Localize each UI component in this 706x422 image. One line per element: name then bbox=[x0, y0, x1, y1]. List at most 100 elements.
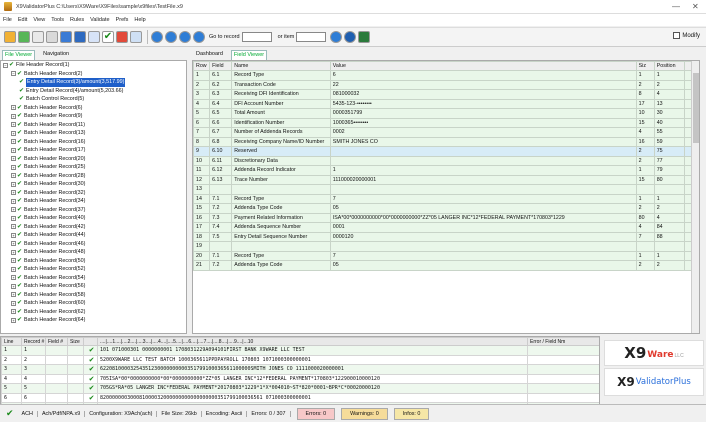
field-cell-value[interactable]: 1000365•••••••• bbox=[329, 117, 637, 128]
tab-dashboard[interactable]: Dashboard bbox=[194, 50, 225, 60]
minimize-button[interactable]: — bbox=[672, 2, 680, 11]
help-icon[interactable] bbox=[330, 31, 343, 43]
expand-icon[interactable]: + bbox=[11, 309, 16, 315]
record-row[interactable]: 5 5 ✔ 705GS*RA*05 LANGER INC*FEDERAL PAYMEN… bbox=[1, 383, 599, 394]
col-size[interactable]: Siz bbox=[635, 61, 655, 71]
col-value[interactable]: Value bbox=[329, 61, 637, 71]
tree-item[interactable]: + ✔ Batch Header Record(25) bbox=[1, 163, 186, 172]
tree-item[interactable]: + ✔ Batch Header Record(58) bbox=[1, 291, 186, 300]
infos-pill[interactable]: Infos: 0 bbox=[393, 407, 430, 420]
modify-checkbox[interactable] bbox=[673, 32, 681, 39]
field-row[interactable]: 5 6.5 Total Amount 0000351799 10 30 bbox=[193, 108, 694, 119]
exit-icon[interactable] bbox=[358, 31, 371, 43]
tree-item[interactable]: + ✔ Batch Header Record(11) bbox=[1, 121, 186, 130]
previous-record-icon[interactable] bbox=[165, 31, 177, 43]
field-row[interactable]: 2 6.2 Transaction Code 22 2 2 bbox=[193, 79, 694, 90]
field-scrollbar[interactable] bbox=[691, 61, 699, 333]
tree-item[interactable]: + ✔ Batch Header Record(54) bbox=[1, 274, 186, 283]
last-record-icon[interactable] bbox=[193, 31, 205, 43]
expand-icon[interactable]: + bbox=[11, 130, 16, 136]
tree-item[interactable]: + ✔ Batch Header Record(48) bbox=[1, 248, 186, 257]
record-row[interactable]: 1 1 ✔ 101 071000301 0000000001 1708031229A0… bbox=[1, 345, 599, 356]
warnings-pill[interactable]: Warnings: 0 bbox=[341, 407, 388, 420]
field-cell-value[interactable]: 111000020000001 bbox=[329, 174, 637, 185]
save-icon[interactable] bbox=[18, 31, 30, 43]
or-item-input[interactable] bbox=[296, 32, 327, 42]
field-row[interactable]: 1 6.1 Record Type 6 1 1 bbox=[193, 70, 694, 81]
goto-record-input[interactable] bbox=[241, 32, 272, 42]
record-tree[interactable]: − ✔ File Header Record(1) − ✔ Batch Header Re… bbox=[0, 60, 187, 334]
errors-pill[interactable]: Errors: 0 bbox=[296, 407, 336, 420]
field-row[interactable]: 10 6.11 Discretionary Data 2 77 bbox=[193, 155, 694, 166]
expand-icon[interactable]: + bbox=[11, 105, 16, 111]
tree-item[interactable]: ✔ Entry Detail Record(3)/amount(3,517.99) bbox=[1, 78, 186, 87]
expand-icon[interactable]: + bbox=[11, 139, 16, 145]
record-row[interactable]: 2 2 ✔ 5200X9WARE LLC TEST BATCH 1000365611P… bbox=[1, 354, 599, 365]
close-button[interactable]: ✕ bbox=[692, 2, 699, 11]
validate-check-icon[interactable]: ✔ bbox=[102, 31, 114, 43]
down-arrow-icon[interactable] bbox=[130, 31, 142, 43]
grid-icon[interactable] bbox=[60, 31, 72, 43]
menu-edit[interactable]: Edit bbox=[18, 17, 27, 23]
info-icon[interactable] bbox=[344, 31, 357, 43]
field-cell-value[interactable]: 081000032 bbox=[329, 89, 637, 100]
field-cell-value[interactable]: 0002 bbox=[329, 127, 637, 138]
tree-item[interactable]: + ✔ Batch Header Record(20) bbox=[1, 155, 186, 164]
field-cell-value[interactable]: 7 bbox=[329, 250, 637, 261]
expand-icon[interactable]: + bbox=[11, 258, 16, 264]
first-record-icon[interactable] bbox=[151, 31, 163, 43]
tree-item[interactable]: + ✔ Batch Header Record(56) bbox=[1, 282, 186, 291]
tree-item[interactable]: + ✔ Batch Header Record(17) bbox=[1, 146, 186, 155]
tree-item[interactable]: + ✔ Batch Header Record(37) bbox=[1, 206, 186, 215]
tree-item[interactable]: + ✔ Batch Header Record(50) bbox=[1, 257, 186, 266]
menu-view[interactable]: View bbox=[33, 17, 45, 23]
field-cell-value[interactable]: SMITH JONES CO bbox=[329, 136, 637, 147]
tree-item[interactable]: + ✔ Batch Header Record(28) bbox=[1, 172, 186, 181]
tree-item[interactable]: + ✔ Batch Header Record(16) bbox=[1, 138, 186, 147]
tree-item[interactable]: + ✔ Batch Header Record(44) bbox=[1, 231, 186, 240]
field-row[interactable]: 20 7.1 Record Type 7 1 1 bbox=[193, 250, 694, 261]
tree-item[interactable]: + ✔ Batch Header Record(62) bbox=[1, 308, 186, 317]
menu-prefs[interactable]: Prefs bbox=[116, 17, 129, 23]
expand-icon[interactable]: + bbox=[11, 241, 16, 247]
expand-icon[interactable]: + bbox=[11, 181, 16, 187]
field-cell-value[interactable] bbox=[329, 155, 637, 166]
expand-icon[interactable]: + bbox=[11, 275, 16, 281]
expand-icon[interactable]: + bbox=[11, 249, 16, 255]
expand-icon[interactable]: + bbox=[11, 164, 16, 170]
menu-file[interactable]: File bbox=[3, 17, 12, 23]
tree-item[interactable]: + ✔ Batch Header Record(40) bbox=[1, 214, 186, 223]
tree-item[interactable]: − ✔ Batch Header Record(2) bbox=[1, 70, 186, 79]
col-field[interactable]: Field bbox=[209, 61, 233, 71]
field-cell-value[interactable]: 22 bbox=[329, 79, 637, 90]
expand-icon[interactable]: + bbox=[11, 190, 16, 196]
field-row[interactable]: 18 7.5 Entry Detail Sequence Number 0000120… bbox=[193, 231, 694, 242]
field-cell-value[interactable]: 7 bbox=[329, 193, 637, 204]
field-row[interactable]: 16 7.3 Payment Related Information ISA*00*0… bbox=[193, 212, 694, 223]
col-line[interactable]: Line bbox=[1, 337, 22, 346]
field-cell-value[interactable]: 0000120 bbox=[329, 231, 637, 242]
menu-rules[interactable]: Rules bbox=[70, 17, 84, 23]
col-error[interactable]: Error / Field Nm bbox=[527, 337, 599, 346]
col-position[interactable]: Position bbox=[653, 61, 685, 71]
print-icon[interactable] bbox=[32, 31, 44, 43]
tab-file-viewer[interactable]: File Viewer bbox=[2, 50, 36, 60]
expand-icon[interactable]: + bbox=[11, 156, 16, 162]
modify-toggle[interactable]: Modify bbox=[673, 32, 700, 39]
tree-item[interactable]: + ✔ Batch Header Record(13) bbox=[1, 129, 186, 138]
col-name[interactable]: Name bbox=[231, 61, 331, 71]
field-row[interactable]: 7 6.7 Number of Addenda Records 0002 4 55 bbox=[193, 127, 694, 138]
expand-icon[interactable]: + bbox=[11, 198, 16, 204]
expand-icon[interactable]: + bbox=[11, 300, 16, 306]
add-record-icon[interactable] bbox=[116, 31, 128, 43]
scroll-thumb[interactable] bbox=[693, 73, 699, 143]
tab-field-viewer[interactable]: Field Viewer bbox=[230, 50, 268, 60]
expand-icon[interactable]: + bbox=[11, 122, 16, 128]
tree-item[interactable]: + ✔ Batch Header Record(9) bbox=[1, 112, 186, 121]
collapse-icon[interactable]: − bbox=[3, 62, 8, 68]
tree-item[interactable]: − ✔ File Header Record(1) bbox=[1, 61, 186, 70]
tree-item[interactable]: + ✔ Batch Header Record(6) bbox=[1, 104, 186, 113]
tab-navigation[interactable]: Navigation bbox=[41, 50, 71, 60]
field-row[interactable]: 8 6.8 Receiving Company Name/ID Number SMIT… bbox=[193, 136, 694, 147]
menu-tools[interactable]: Tools bbox=[51, 17, 64, 23]
